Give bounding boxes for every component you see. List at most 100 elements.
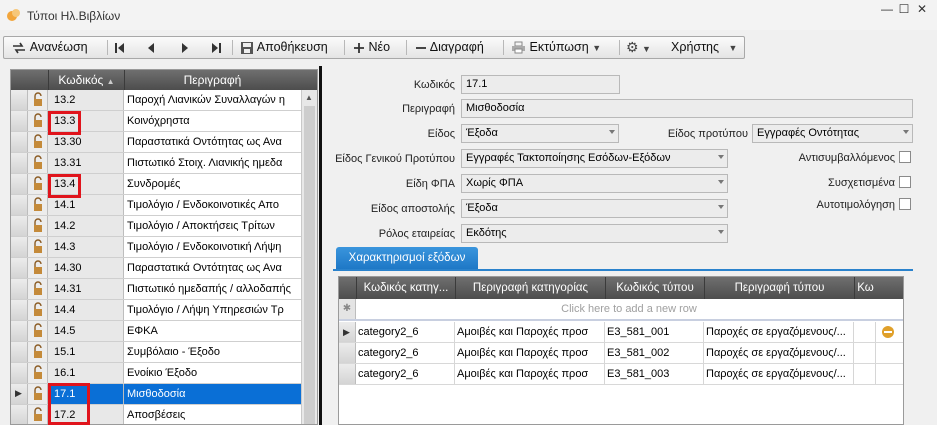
save-button[interactable]: Αποθήκευση bbox=[240, 37, 328, 58]
row-indicator[interactable] bbox=[11, 132, 28, 152]
row-indicator[interactable] bbox=[11, 342, 28, 362]
row-indicator[interactable] bbox=[11, 279, 28, 299]
column-header-code[interactable]: Κωδικός ▲ bbox=[48, 70, 124, 90]
send-kind-select[interactable]: Έξοδα bbox=[461, 199, 728, 218]
column-header-type-description[interactable]: Περιγραφή τύπου bbox=[704, 277, 854, 299]
plus-icon bbox=[354, 42, 364, 53]
row-indicator[interactable] bbox=[11, 237, 28, 257]
row-indicator[interactable] bbox=[11, 405, 28, 424]
list-row[interactable]: 14.3 Τιμολόγιο / Ενδοκοινοτική Λήψη bbox=[11, 237, 301, 258]
previous-record-button[interactable] bbox=[146, 37, 156, 58]
row-indicator[interactable] bbox=[11, 195, 28, 215]
refresh-label: Ανανέωση bbox=[29, 40, 88, 54]
tab-expense-classifications[interactable]: Χαρακτηρισμοί εξόδων bbox=[336, 247, 478, 269]
refresh-button[interactable]: Ανανέωση bbox=[11, 37, 88, 58]
cell-extra[interactable] bbox=[854, 364, 876, 384]
cell-extra[interactable] bbox=[854, 322, 876, 342]
row-indicator[interactable] bbox=[339, 364, 356, 384]
highlight-box bbox=[48, 111, 81, 135]
scroll-up-arrow-icon[interactable]: ▲ bbox=[305, 93, 313, 102]
list-row[interactable]: 14.1 Τιμολόγιο / Ενδοκοινοτικές Απο bbox=[11, 195, 301, 216]
separator bbox=[406, 40, 407, 55]
maximize-button[interactable]: ☐ bbox=[897, 2, 911, 16]
last-icon bbox=[212, 42, 221, 53]
cell-extra[interactable] bbox=[854, 343, 876, 363]
vat-types-value: Χωρίς ΦΠΑ bbox=[466, 177, 524, 189]
user-button[interactable]: Χρήστης ▼ bbox=[671, 37, 737, 58]
general-template-kind-select[interactable]: Εγγραφές Τακτοποίησης Εσόδων-Εξόδων bbox=[461, 149, 728, 168]
counterparty-checkbox[interactable] bbox=[899, 151, 911, 163]
column-header-category-description[interactable]: Περιγραφή κατηγορίας bbox=[455, 277, 605, 299]
cell-type-description[interactable]: Παροχές σε εργαζόμενους/... bbox=[704, 364, 854, 384]
row-indicator[interactable]: ▶ bbox=[339, 322, 356, 342]
grid-header: Κωδικός κατηγ... Περιγραφή κατηγορίας Κω… bbox=[339, 277, 903, 299]
cell-category-description[interactable]: Αμοιβές και Παροχές προσ bbox=[455, 364, 605, 384]
self-billing-checkbox[interactable] bbox=[899, 198, 911, 210]
column-header-description[interactable]: Περιγραφή bbox=[124, 70, 300, 90]
window-title: Τύποι Ηλ.Βιβλίων bbox=[27, 9, 121, 23]
list-row[interactable]: 14.2 Τιμολόγιο / Αποκτήσεις Τρίτων bbox=[11, 216, 301, 237]
row-indicator[interactable]: ▶ bbox=[11, 384, 28, 404]
cell-category-description[interactable]: Αμοιβές και Παροχές προσ bbox=[455, 322, 605, 342]
new-row-hint: Click here to add a new row bbox=[561, 303, 697, 315]
cell-category-code[interactable]: category2_6 bbox=[356, 322, 455, 342]
minimize-button[interactable]: — bbox=[880, 2, 894, 16]
classification-row[interactable]: category2_6 Αμοιβές και Παροχές προσ E3_58… bbox=[339, 364, 903, 385]
print-button[interactable]: Εκτύπωση ▼ bbox=[511, 37, 601, 58]
list-row[interactable]: 14.5 ΕΦΚΑ bbox=[11, 321, 301, 342]
list-row[interactable]: 14.30 Παραστατικά Οντότητας ως Ανα bbox=[11, 258, 301, 279]
row-indicator[interactable] bbox=[11, 111, 28, 131]
list-row[interactable]: 13.30 Παραστατικά Οντότητας ως Ανα bbox=[11, 132, 301, 153]
classification-row[interactable]: category2_6 Αμοιβές και Παροχές προσ E3_58… bbox=[339, 343, 903, 364]
list-row[interactable]: 13.2 Παροχή Λιανικών Συναλλαγών η bbox=[11, 90, 301, 111]
next-record-button[interactable] bbox=[180, 37, 190, 58]
last-record-button[interactable] bbox=[210, 37, 222, 58]
list-row[interactable]: 16.1 Ενοίκιο Έξοδο bbox=[11, 363, 301, 384]
row-indicator[interactable] bbox=[11, 363, 28, 383]
cell-type-description[interactable]: Παροχές σε εργαζόμενους/... bbox=[704, 322, 854, 342]
cell-type-code[interactable]: E3_581_001 bbox=[605, 322, 704, 342]
first-record-button[interactable] bbox=[114, 37, 126, 58]
cell-category-code[interactable]: category2_6 bbox=[356, 343, 455, 363]
row-indicator[interactable] bbox=[11, 321, 28, 341]
close-button[interactable]: ✕ bbox=[915, 2, 929, 16]
list-row[interactable]: 14.31 Πιστωτικό ημεδαπής / αλλοδαπής bbox=[11, 279, 301, 300]
scroll-thumb[interactable] bbox=[304, 106, 315, 424]
row-indicator[interactable] bbox=[11, 258, 28, 278]
kind-select[interactable]: Έξοδα bbox=[461, 124, 619, 143]
code-field[interactable]: 17.1 bbox=[461, 75, 620, 94]
list-row[interactable]: 14.4 Τιμολόγιο / Λήψη Υπηρεσιών Τρ bbox=[11, 300, 301, 321]
column-header-extra[interactable]: Κω bbox=[854, 277, 876, 299]
cell-type-code[interactable]: E3_581_002 bbox=[605, 343, 704, 363]
description-field[interactable]: Μισθοδοσία bbox=[461, 99, 913, 118]
panel-splitter[interactable] bbox=[319, 66, 322, 425]
row-indicator[interactable] bbox=[11, 153, 28, 173]
settings-button[interactable]: ⚙ ▼ bbox=[626, 37, 651, 58]
vat-types-select[interactable]: Χωρίς ΦΠΑ bbox=[461, 174, 728, 193]
new-button[interactable]: Νέο bbox=[353, 37, 390, 58]
row-indicator[interactable] bbox=[11, 90, 28, 110]
template-kind-select[interactable]: Εγγραφές Οντότητας bbox=[752, 124, 913, 143]
new-row[interactable]: ✱ Click here to add a new row bbox=[339, 299, 903, 321]
column-header-type-code[interactable]: Κωδικός τύπου bbox=[605, 277, 704, 299]
classification-row[interactable]: ▶ category2_6 Αμοιβές και Παροχές προσ E3_5… bbox=[339, 322, 903, 343]
separator bbox=[107, 40, 108, 55]
company-role-select[interactable]: Εκδότης bbox=[461, 224, 728, 243]
row-indicator[interactable] bbox=[11, 300, 28, 320]
related-checkbox[interactable] bbox=[899, 176, 911, 188]
vertical-scrollbar[interactable]: ▲ bbox=[301, 90, 317, 424]
self-billing-label: Αυτοτιμολόγηση bbox=[816, 199, 895, 211]
list-row[interactable]: 15.1 Συμβόλαιο - Έξοδο bbox=[11, 342, 301, 363]
cell-category-description[interactable]: Αμοιβές και Παροχές προσ bbox=[455, 343, 605, 363]
column-header-category-code[interactable]: Κωδικός κατηγ... bbox=[356, 277, 455, 299]
row-indicator[interactable] bbox=[11, 174, 28, 194]
delete-button[interactable]: Διαγραφή bbox=[415, 37, 484, 58]
cell-category-code[interactable]: category2_6 bbox=[356, 364, 455, 384]
list-row[interactable]: 13.31 Πιστωτικό Στοιχ. Λιανικής ημεδα bbox=[11, 153, 301, 174]
cell-type-code[interactable]: E3_581_003 bbox=[605, 364, 704, 384]
lock-icon bbox=[28, 363, 48, 383]
cell-type-description[interactable]: Παροχές σε εργαζόμενους/... bbox=[704, 343, 854, 363]
row-indicator[interactable] bbox=[11, 216, 28, 236]
row-indicator[interactable] bbox=[339, 343, 356, 363]
remove-row-button[interactable] bbox=[881, 322, 897, 342]
